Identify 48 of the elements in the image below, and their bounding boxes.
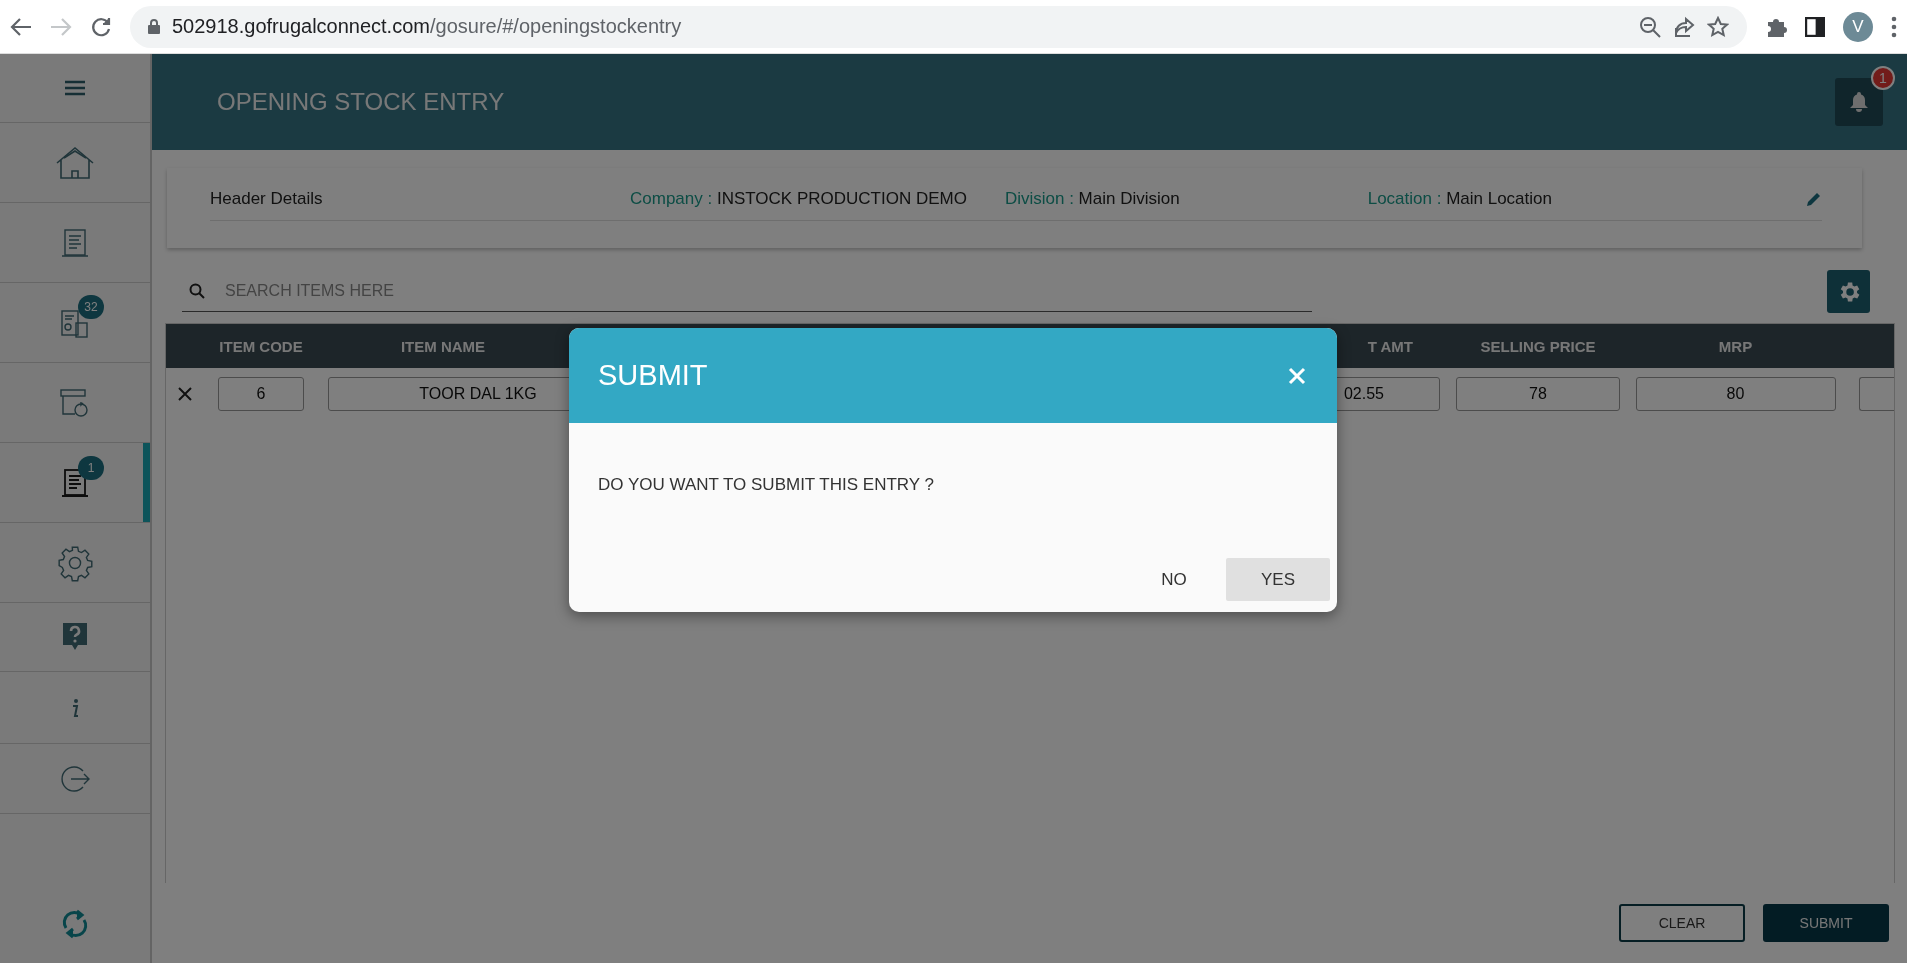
settings-icon[interactable] — [56, 543, 94, 582]
document-icon[interactable] — [60, 467, 90, 498]
column-header: ITEM CODE — [219, 337, 303, 355]
dialog-button[interactable]: NO — [1122, 558, 1226, 601]
column-header: ITEM NAME — [400, 337, 486, 355]
address-bar[interactable]: 502918.gofrugalconnect.com/gosure/#/openingstockentry — [130, 5, 1747, 48]
zoom-out-icon[interactable] — [1639, 15, 1661, 38]
share-icon[interactable] — [1673, 15, 1695, 38]
count-badge: 32 — [78, 294, 104, 319]
selling-price-field[interactable]: 78 — [1456, 377, 1620, 411]
mrp-field[interactable]: 80 — [1635, 377, 1836, 411]
back-icon[interactable] — [10, 16, 32, 37]
sync-icon[interactable] — [61, 907, 89, 940]
profile-avatar[interactable]: V — [1843, 11, 1873, 42]
detail-field: Company : INSTOCK PRODUCTION DEMO — [630, 189, 967, 209]
settings-button[interactable] — [1827, 270, 1870, 313]
column-header: MRP — [1718, 337, 1753, 355]
search-icon — [189, 283, 205, 299]
dialog-button[interactable]: YES — [1226, 558, 1330, 601]
clear-button[interactable]: CLEAR — [1619, 904, 1745, 942]
search-field[interactable]: SEARCH ITEMS HERE — [223, 281, 1312, 301]
item-code-field[interactable]: 6 — [218, 377, 304, 411]
more-icon[interactable] — [1891, 15, 1897, 38]
count-badge: 1 — [78, 455, 104, 480]
page-title: OPENING STOCK ENTRY — [217, 88, 506, 116]
section-label: Header Details — [210, 189, 324, 209]
bell-icon — [1849, 91, 1869, 113]
dialog-message: DO YOU WANT TO SUBMIT THIS ENTRY ? — [597, 474, 935, 496]
column-header: SELLING PRICE — [1480, 337, 1596, 355]
submit-button[interactable]: SUBMIT — [1763, 904, 1889, 942]
side-panel-icon[interactable] — [1805, 16, 1825, 37]
menu-icon[interactable] — [64, 80, 86, 96]
detail-field: Division : Main Division — [1004, 189, 1180, 209]
close-icon — [1288, 366, 1306, 385]
sidebar-item[interactable]: 1 — [0, 443, 150, 523]
reload-icon[interactable] — [90, 15, 112, 38]
star-icon[interactable] — [1707, 15, 1729, 38]
sidebar-item[interactable]: 32 — [0, 283, 150, 363]
document-icon[interactable] — [60, 227, 90, 258]
lock-icon[interactable] — [148, 19, 160, 34]
info-icon[interactable] — [70, 697, 80, 718]
notification-badge: 1 — [1871, 66, 1895, 90]
edit-icon[interactable] — [1806, 191, 1822, 207]
delete-icon[interactable] — [177, 386, 193, 402]
home-icon[interactable] — [55, 145, 95, 180]
box-refresh-icon[interactable] — [59, 386, 91, 419]
detail-field: Location : Main Location — [1367, 189, 1768, 209]
column-header: T AMT — [1367, 337, 1413, 355]
